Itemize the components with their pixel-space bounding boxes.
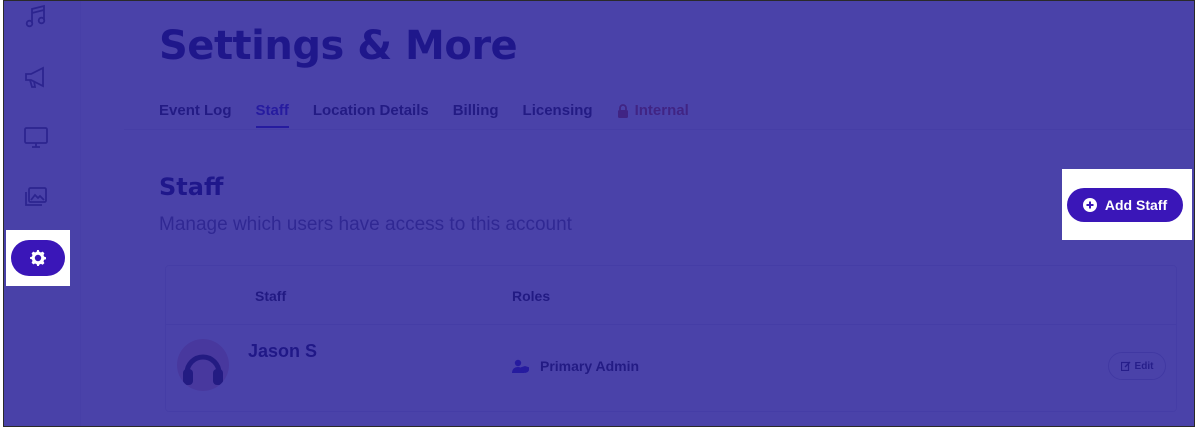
section-subtitle: Manage which users have access to this a… [159, 214, 572, 235]
tab-internal-label: Internal [634, 102, 689, 119]
megaphone-icon[interactable] [22, 63, 50, 91]
staff-table: Staff Roles Jason S Primary Admin Edit [165, 265, 1177, 412]
images-icon[interactable] [22, 183, 50, 211]
app-window: Settings & More Event Log Staff Location… [3, 0, 1195, 427]
tab-internal[interactable]: Internal [617, 102, 689, 126]
sidebar-item-settings[interactable] [11, 240, 65, 276]
edit-label: Edit [1134, 360, 1154, 372]
column-header-staff: Staff [255, 288, 287, 304]
edit-button[interactable]: Edit [1108, 352, 1166, 380]
monitor-icon[interactable] [22, 123, 50, 151]
tab-staff[interactable]: Staff [255, 102, 290, 128]
add-staff-highlight: Add Staff [1062, 169, 1192, 240]
tab-billing[interactable]: Billing [453, 102, 499, 126]
edit-icon [1120, 361, 1131, 371]
tab-location-details[interactable]: Location Details [313, 102, 429, 126]
staff-role: Primary Admin [512, 358, 639, 374]
gear-icon [30, 250, 46, 266]
tab-licensing[interactable]: Licensing [523, 102, 593, 126]
page-title: Settings & More [159, 23, 518, 69]
role-label: Primary Admin [540, 358, 640, 374]
tab-divider [124, 129, 1194, 130]
tab-bar: Event Log Staff Location Details Billing… [159, 102, 689, 128]
music-icon[interactable] [22, 3, 50, 31]
header-divider [166, 324, 1176, 325]
add-staff-label: Add Staff [1104, 197, 1168, 213]
avatar [177, 339, 229, 391]
staff-name: Jason S [248, 341, 318, 361]
column-header-roles: Roles [512, 288, 551, 304]
tab-event-log[interactable]: Event Log [159, 102, 232, 126]
plus-circle-icon [1082, 198, 1097, 212]
lock-icon [617, 103, 628, 118]
sidebar [4, 1, 81, 426]
user-shield-icon [512, 359, 529, 373]
add-staff-button[interactable]: Add Staff [1067, 188, 1183, 222]
settings-highlight [6, 230, 70, 286]
section-title: Staff [159, 173, 224, 201]
